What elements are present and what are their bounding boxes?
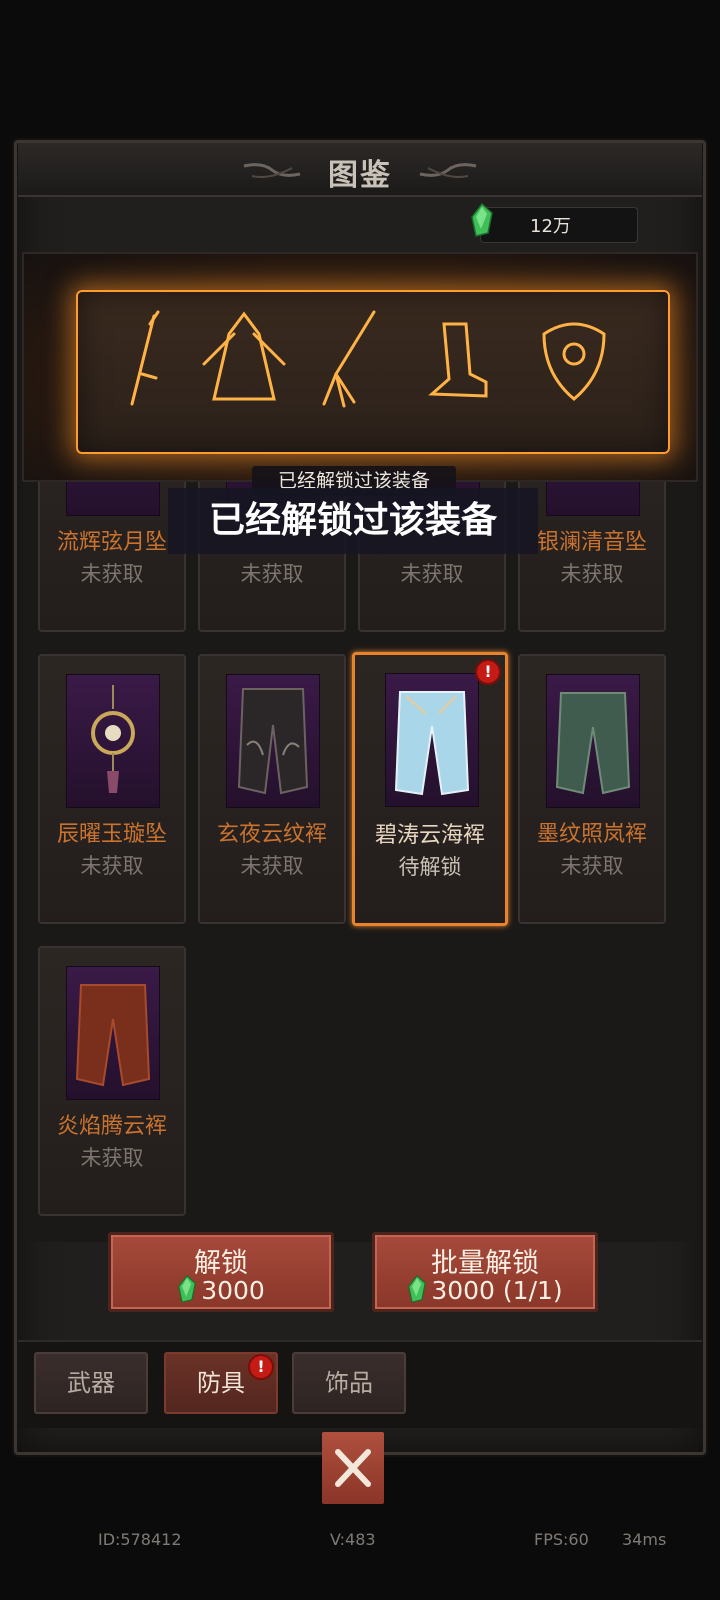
item-name: 墨纹照岚裈 <box>536 822 647 847</box>
pendant-icon <box>91 685 135 793</box>
item-art <box>546 482 640 516</box>
sword-icon <box>130 310 160 406</box>
banner-equipment-icons <box>130 310 606 408</box>
equipment-banner <box>22 252 698 482</box>
item-card[interactable]: 墨纹照岚裈 未获取 <box>518 654 666 924</box>
item-status: 未获取 <box>400 562 464 586</box>
batch-unlock-cost-value: 3000 (1/1) <box>431 1276 563 1305</box>
blue-pants-icon <box>394 691 470 796</box>
batch-unlock-cost: 3000 (1/1) <box>375 1275 595 1305</box>
batch-unlock-button[interactable]: 批量解锁 3000 (1/1) <box>372 1232 598 1312</box>
item-name: 银澜清音坠 <box>536 530 647 555</box>
currency-value: 12万 <box>530 216 571 237</box>
item-card[interactable]: 银澜清音坠 未获取 <box>518 482 666 632</box>
item-status: 待解锁 <box>398 855 462 879</box>
unlock-cost-value: 3000 <box>201 1276 265 1305</box>
item-card[interactable]: 辰曜玉璇坠 未获取 <box>38 654 186 924</box>
item-art <box>385 673 479 807</box>
unlock-cost: 3000 <box>111 1275 331 1305</box>
item-name: 炎焰腾云裈 <box>56 1114 167 1139</box>
green-gem-icon <box>408 1275 427 1303</box>
item-art <box>226 674 320 808</box>
green-gem-icon <box>178 1275 197 1303</box>
green-pants-icon <box>555 692 631 795</box>
item-art <box>546 674 640 808</box>
alert-badge-icon: ! <box>475 659 501 685</box>
item-name: 碧涛云海裈 <box>374 823 485 848</box>
item-status: 未获取 <box>80 854 144 878</box>
item-art <box>66 966 160 1100</box>
item-name: 玄夜云纹裈 <box>216 822 327 847</box>
green-gem-icon <box>471 203 493 237</box>
right-ornament-icon <box>419 163 477 178</box>
footer-fps: FPS:60 <box>534 1530 589 1549</box>
item-name: 辰曜玉璇坠 <box>56 822 167 847</box>
pendant-icon <box>542 322 606 401</box>
item-status: 未获取 <box>560 854 624 878</box>
item-card[interactable]: 炎焰腾云裈 未获取 <box>38 946 186 1216</box>
item-name: 流辉弦月坠 <box>56 530 167 555</box>
boot-icon <box>428 322 488 398</box>
page-title: 图鉴 <box>328 158 392 193</box>
alert-badge-icon: ! <box>248 1354 274 1380</box>
item-art <box>66 482 160 516</box>
tab-accessories[interactable]: 饰品 <box>292 1352 406 1414</box>
item-card[interactable]: 玄夜云纹裈 未获取 <box>198 654 346 924</box>
item-status: 未获取 <box>240 854 304 878</box>
close-button[interactable] <box>322 1432 384 1504</box>
footer-version: V:483 <box>330 1530 376 1549</box>
brush-icon <box>322 310 376 408</box>
red-pants-icon <box>75 984 151 1087</box>
footer-id: ID:578412 <box>98 1530 182 1549</box>
item-status: 未获取 <box>80 562 144 586</box>
item-card-selected[interactable]: 碧涛云海裈 待解锁 ! <box>352 652 508 926</box>
dark-pants-icon <box>237 688 309 795</box>
close-icon <box>335 1449 371 1487</box>
item-status: 未获取 <box>240 562 304 586</box>
tab-weapons[interactable]: 武器 <box>34 1352 148 1414</box>
robe-icon <box>202 311 286 401</box>
item-card[interactable]: 流辉弦月坠 未获取 <box>38 482 186 632</box>
unlock-button[interactable]: 解锁 3000 <box>108 1232 334 1312</box>
footer-latency: 34ms <box>622 1530 667 1549</box>
item-grid: 流辉弦月坠 未获取 未获取 未获取 银澜清音坠 未获取 辰曜玉璇坠 未获取 玄夜… <box>30 482 690 1242</box>
item-status: 未获取 <box>560 562 624 586</box>
item-art <box>66 674 160 808</box>
item-status: 未获取 <box>80 1146 144 1170</box>
tooltip-large: 已经解锁过该装备 <box>168 488 538 554</box>
